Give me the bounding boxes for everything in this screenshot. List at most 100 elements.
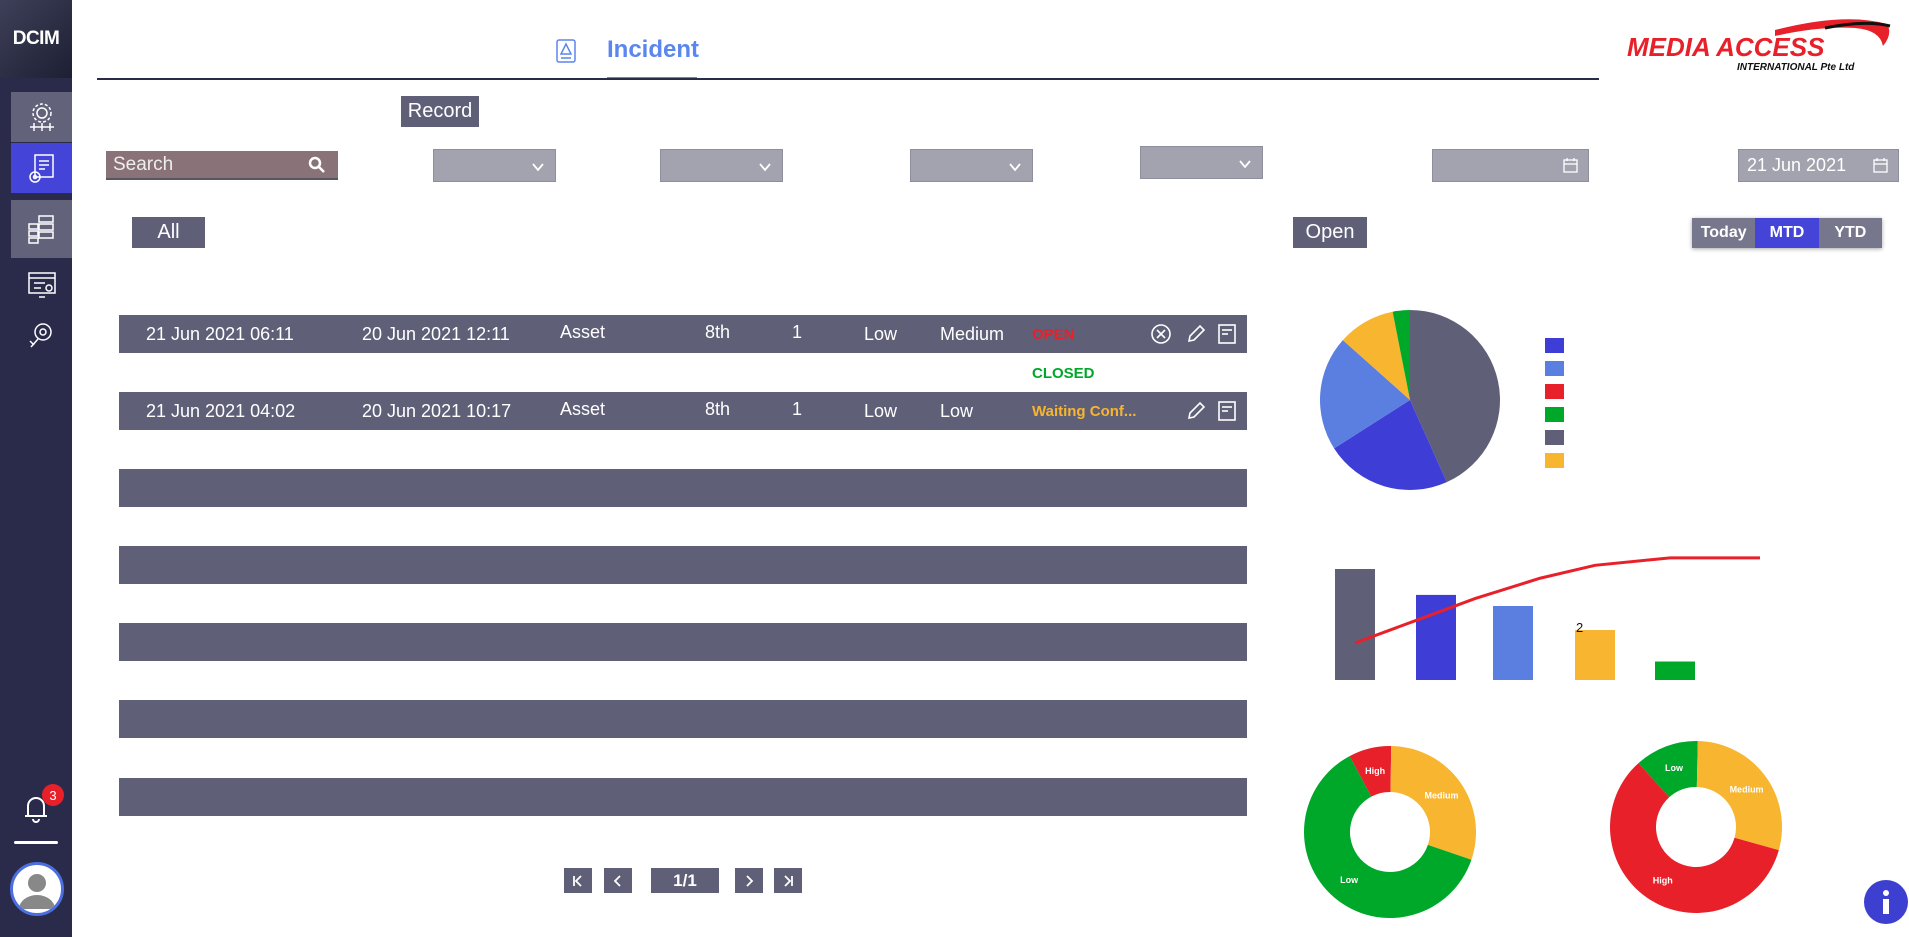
period-ytd[interactable]: YTD <box>1819 218 1882 248</box>
quantity: 1 <box>792 399 803 419</box>
sidebar-item-settings[interactable] <box>11 92 72 142</box>
start-date-field[interactable] <box>1432 149 1589 182</box>
previous-page-button[interactable] <box>604 868 632 893</box>
company-logo: MEDIA ACCESS INTERNATIONAL Pte Ltd <box>1627 19 1891 73</box>
details-document-icon[interactable] <box>1216 323 1238 345</box>
chevron-right-icon <box>746 874 754 887</box>
empty-table-row <box>119 469 1247 507</box>
end-date-field[interactable]: 21 Jun 2021 <box>1738 149 1899 182</box>
monitor-chart-icon <box>27 272 56 298</box>
chevron-down-icon <box>1009 163 1021 172</box>
legend-swatch <box>1545 430 1564 445</box>
pie-legend <box>1545 338 1564 468</box>
impact-donut-slice[interactable] <box>1390 746 1476 860</box>
edit-pencil-icon[interactable] <box>1185 323 1207 345</box>
brand-name: MEDIA ACCESS <box>1627 32 1825 62</box>
filter-dropdown-3[interactable] <box>910 149 1033 182</box>
incident-tab-icon <box>556 39 576 63</box>
impact-donut-chart: High Medium Low <box>1304 746 1476 918</box>
floor: 8th <box>705 322 731 342</box>
info-button[interactable] <box>1864 880 1908 924</box>
info-icon <box>1883 890 1889 914</box>
user-icon <box>19 874 55 909</box>
sidebar: DCIM 3 <box>0 0 72 937</box>
wrench-gear-icon <box>28 323 52 348</box>
bar[interactable] <box>1575 630 1615 680</box>
priority-donut-slice-label: High <box>1653 876 1673 886</box>
trend-line <box>1354 556 1760 645</box>
bar-data-label: 2 <box>1576 620 1583 635</box>
first-page-button[interactable] <box>564 868 592 893</box>
legend-swatch <box>1545 407 1564 422</box>
chevron-down-icon <box>532 163 544 172</box>
incident-bar-chart: 21 <box>1335 556 1760 681</box>
filter-dropdown-1[interactable] <box>433 149 556 182</box>
empty-table-row <box>119 546 1247 584</box>
impact: Low <box>864 401 898 421</box>
close-circle-icon[interactable] <box>1150 323 1172 345</box>
updated-time: 20 Jun 2021 10:17 <box>362 401 512 421</box>
empty-table-row <box>119 700 1247 738</box>
edit-pencil-icon[interactable] <box>1185 400 1207 422</box>
priority: Medium <box>940 324 1005 344</box>
sidebar-item-dashboard[interactable] <box>11 260 72 310</box>
sidebar-item-assets[interactable] <box>11 200 72 258</box>
server-stack-icon <box>27 215 54 244</box>
all-filter-button[interactable]: All <box>132 217 205 248</box>
table-row[interactable]: 21 Jun 2021 06:11 20 Jun 2021 12:11 Asse… <box>119 315 1247 353</box>
chevron-down-icon <box>759 163 771 172</box>
created-time: 21 Jun 2021 06:11 <box>146 324 294 344</box>
calendar-icon <box>1563 158 1578 173</box>
chevron-left-icon <box>613 874 621 887</box>
open-status-label[interactable]: Open <box>1293 217 1367 248</box>
legend-swatch <box>1545 361 1564 376</box>
last-page-button[interactable] <box>774 868 802 893</box>
first-page-icon <box>573 874 582 887</box>
last-page-icon <box>784 874 793 887</box>
impact-donut-slice-label: High <box>1365 766 1385 776</box>
priority-donut-slice-label: Medium <box>1730 784 1764 794</box>
bar[interactable] <box>1655 661 1695 681</box>
priority: Low <box>940 401 974 421</box>
impact-donut-slice-label: Medium <box>1424 791 1458 801</box>
status-pie-chart <box>1320 310 1500 490</box>
details-document-icon[interactable] <box>1216 400 1238 422</box>
search-input[interactable]: Search <box>106 151 338 180</box>
sidebar-item-incident[interactable] <box>11 143 72 193</box>
app-logo: DCIM <box>0 0 72 78</box>
created-time: 21 Jun 2021 04:02 <box>146 401 296 421</box>
period-toggle: Today MTD YTD <box>1692 218 1882 248</box>
period-today[interactable]: Today <box>1692 218 1755 248</box>
notification-badge: 3 <box>42 784 64 806</box>
gear-network-icon <box>29 103 54 131</box>
chevron-down-icon <box>1239 160 1251 169</box>
incident-type: Asset <box>560 399 606 419</box>
avatar[interactable] <box>10 862 64 916</box>
incident-type: Asset <box>560 322 606 342</box>
legend-swatch <box>1545 338 1564 353</box>
bar[interactable] <box>1493 606 1533 680</box>
impact-donut-slice-label: Low <box>1340 875 1359 885</box>
priority-donut-slice[interactable] <box>1696 741 1782 851</box>
end-date-value: 21 Jun 2021 <box>1747 155 1847 175</box>
impact: Low <box>864 324 898 344</box>
page-title[interactable]: Incident <box>607 36 699 64</box>
legend-swatch <box>1545 453 1564 468</box>
filter-dropdown-2[interactable] <box>660 149 783 182</box>
page-indicator: 1/1 <box>651 868 719 893</box>
sidebar-item-maintenance[interactable] <box>11 309 72 359</box>
status-badge: OPEN <box>1032 326 1075 343</box>
calendar-icon <box>1873 158 1888 173</box>
quantity: 1 <box>792 322 803 342</box>
closed-status-label: CLOSED <box>1032 365 1095 382</box>
document-gear-icon <box>28 154 54 183</box>
table-row[interactable]: 21 Jun 2021 04:02 20 Jun 2021 10:17 Asse… <box>119 392 1247 430</box>
legend-swatch <box>1545 384 1564 399</box>
next-page-button[interactable] <box>735 868 763 893</box>
bar[interactable] <box>1335 569 1375 680</box>
priority-donut-chart: Low Medium High <box>1610 741 1782 913</box>
search-icon[interactable] <box>308 156 326 174</box>
filter-dropdown-4[interactable] <box>1140 146 1263 179</box>
record-label[interactable]: Record <box>401 96 479 127</box>
period-mtd[interactable]: MTD <box>1755 218 1819 248</box>
